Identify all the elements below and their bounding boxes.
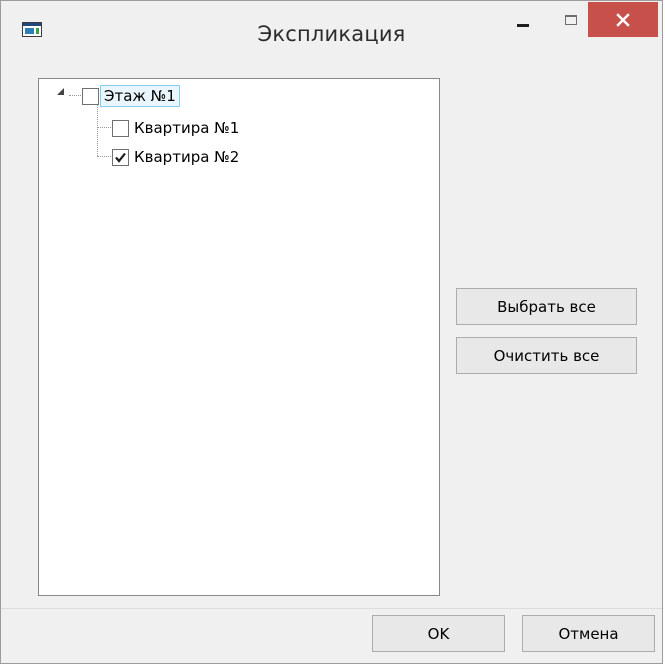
apartment-1-checkbox[interactable]: [112, 119, 129, 137]
maximize-button[interactable]: [549, 2, 593, 42]
tree-node-label[interactable]: Этаж №1: [100, 85, 180, 107]
tree-node-label[interactable]: Квартира №2: [132, 147, 241, 167]
tree-node-floor-1[interactable]: Этаж №1: [82, 84, 180, 108]
expand-collapse-icon[interactable]: [57, 88, 64, 95]
ok-button[interactable]: OK: [372, 615, 505, 652]
explication-dialog: Экспликация Этаж №1 Квартира №1 Квартира…: [0, 0, 663, 664]
maximize-icon: [565, 15, 577, 25]
floor-checkbox[interactable]: [82, 87, 99, 105]
title-bar[interactable]: Экспликация: [1, 1, 662, 46]
close-icon: [616, 12, 630, 27]
tree-view[interactable]: Этаж №1 Квартира №1 Квартира №2: [38, 78, 440, 596]
cancel-button[interactable]: Отмена: [522, 615, 655, 652]
tree-connector: [97, 156, 111, 157]
checkmark-icon: [115, 152, 126, 163]
tree-connector: [97, 127, 111, 128]
tree-node-label[interactable]: Квартира №1: [132, 118, 241, 138]
close-button[interactable]: [588, 2, 658, 37]
apartment-2-checkbox[interactable]: [112, 148, 129, 166]
application-window-icon: [22, 22, 42, 37]
clear-all-button[interactable]: Очистить все: [456, 337, 637, 374]
select-all-button[interactable]: Выбрать все: [456, 288, 637, 325]
tree-node-apartment-1[interactable]: Квартира №1: [112, 116, 241, 140]
tree-connector: [69, 95, 81, 96]
tree-node-apartment-2[interactable]: Квартира №2: [112, 145, 241, 169]
minimize-button[interactable]: [501, 2, 545, 42]
tree-connector: [97, 104, 98, 156]
minimize-icon: [517, 23, 529, 27]
